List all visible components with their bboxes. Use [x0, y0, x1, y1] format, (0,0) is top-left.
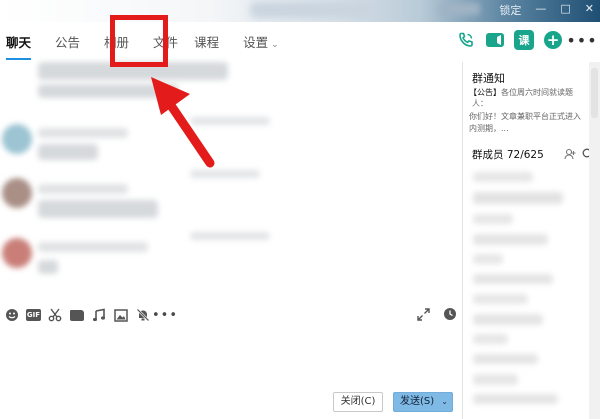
- members-header: 群成员 72/625: [472, 147, 544, 162]
- tab-courses[interactable]: 课程: [194, 34, 219, 58]
- tab-label: 课程: [194, 35, 220, 50]
- blurred-message: [190, 117, 270, 125]
- member-item[interactable]: [473, 314, 543, 325]
- tab-bar: 聊天 公告 相册 文件 课程 设置 ⌄ 课 + •••: [0, 22, 600, 62]
- members-count: 72/625: [506, 149, 544, 161]
- member-item[interactable]: [473, 394, 558, 404]
- expand-icon[interactable]: [414, 305, 432, 323]
- member-item[interactable]: [473, 214, 513, 224]
- blurred-message: [38, 144, 98, 160]
- add-member-icon[interactable]: [563, 147, 577, 161]
- member-item[interactable]: [473, 234, 548, 245]
- music-icon[interactable]: [91, 307, 107, 323]
- member-item[interactable]: [473, 354, 538, 364]
- header-actions: 课 + •••: [456, 30, 597, 50]
- notice-line: 人：: [472, 99, 488, 108]
- blurred-message: [38, 260, 58, 274]
- more-tools-label: •••: [152, 307, 179, 323]
- video-icon[interactable]: [486, 33, 504, 47]
- blurred-message: [38, 84, 178, 98]
- notice-title: 群通知: [472, 72, 505, 85]
- blurred-message: [190, 170, 260, 178]
- course-label: 课: [518, 34, 530, 47]
- more-tools-icon[interactable]: •••: [152, 307, 177, 323]
- gif-icon[interactable]: GIF: [26, 309, 41, 321]
- chevron-down-icon[interactable]: ⌄: [441, 393, 448, 411]
- notice-line: 各位周六时间就读题: [501, 88, 573, 97]
- close-label: 关闭(C): [340, 396, 376, 407]
- highlight-box: [110, 15, 168, 67]
- chevron-down-icon: ⌄: [271, 40, 279, 50]
- tab-label: 聊天: [6, 35, 32, 50]
- titlebar-blur: [440, 3, 480, 15]
- send-button[interactable]: 发送(S) ⌄: [393, 392, 453, 412]
- close-window-button[interactable]: ✕: [585, 2, 594, 18]
- send-label: 发送(S): [400, 396, 435, 407]
- message-input[interactable]: [0, 328, 462, 384]
- more-icon[interactable]: •••: [566, 30, 596, 50]
- avatar[interactable]: [2, 238, 32, 268]
- notice-text: 人：: [472, 97, 598, 110]
- window-controls: 锁定 — □ ✕: [499, 2, 594, 18]
- scrollbar-thumb[interactable]: [591, 68, 598, 118]
- member-item[interactable]: [473, 294, 528, 304]
- phone-icon[interactable]: [456, 30, 476, 50]
- avatar[interactable]: [2, 124, 32, 154]
- emoji-icon[interactable]: [4, 307, 20, 323]
- member-item[interactable]: [473, 192, 563, 204]
- course-button[interactable]: 课: [514, 30, 534, 50]
- member-item[interactable]: [473, 254, 503, 264]
- close-button[interactable]: 关闭(C): [333, 392, 383, 412]
- members-label: 群成员: [472, 149, 504, 161]
- bell-mute-icon[interactable]: [135, 307, 151, 323]
- tab-label: 公告: [55, 35, 81, 50]
- member-item[interactable]: [473, 172, 533, 182]
- window-titlebar: 锁定 — □ ✕: [0, 0, 600, 22]
- member-item[interactable]: [473, 274, 553, 284]
- tab-chat[interactable]: 聊天: [6, 34, 32, 60]
- blurred-message: [38, 184, 128, 194]
- notice-text: 内测期，...: [469, 122, 595, 135]
- clock-icon[interactable]: [441, 305, 459, 323]
- plus-icon[interactable]: +: [544, 31, 562, 49]
- member-item[interactable]: [473, 374, 518, 385]
- member-item[interactable]: [473, 334, 508, 344]
- blurred-message: [190, 232, 270, 240]
- tab-announcements[interactable]: 公告: [55, 34, 80, 58]
- blurred-message: [38, 200, 158, 218]
- notice-tag: 【公告】: [469, 88, 501, 97]
- notice-line: 你们好！文章兼职平台正式进入: [469, 112, 581, 121]
- avatar[interactable]: [2, 178, 32, 208]
- tab-label: 设置: [243, 35, 269, 50]
- member-list-scrollbar[interactable]: [589, 62, 600, 419]
- group-info-panel: 群通知 【公告】各位周六时间就读题 人： 你们好！文章兼职平台正式进入 内测期，…: [463, 62, 600, 419]
- tab-settings[interactable]: 设置 ⌄: [243, 34, 279, 58]
- minimize-button[interactable]: —: [535, 2, 546, 18]
- input-toolbar: GIF •••: [4, 305, 462, 325]
- folder-shape: [70, 309, 84, 321]
- image-icon[interactable]: [113, 307, 129, 323]
- blurred-message: [38, 242, 148, 252]
- scissors-icon[interactable]: [47, 307, 63, 323]
- lock-button[interactable]: 锁定: [499, 2, 521, 18]
- chat-message-area[interactable]: [0, 62, 462, 300]
- blurred-message: [38, 128, 128, 138]
- maximize-button[interactable]: □: [560, 2, 570, 18]
- gif-label: GIF: [26, 311, 41, 319]
- folder-icon[interactable]: [69, 307, 85, 323]
- titlebar-blur: [250, 2, 380, 18]
- notice-line: 内测期，...: [469, 124, 509, 133]
- more-label: •••: [566, 30, 598, 50]
